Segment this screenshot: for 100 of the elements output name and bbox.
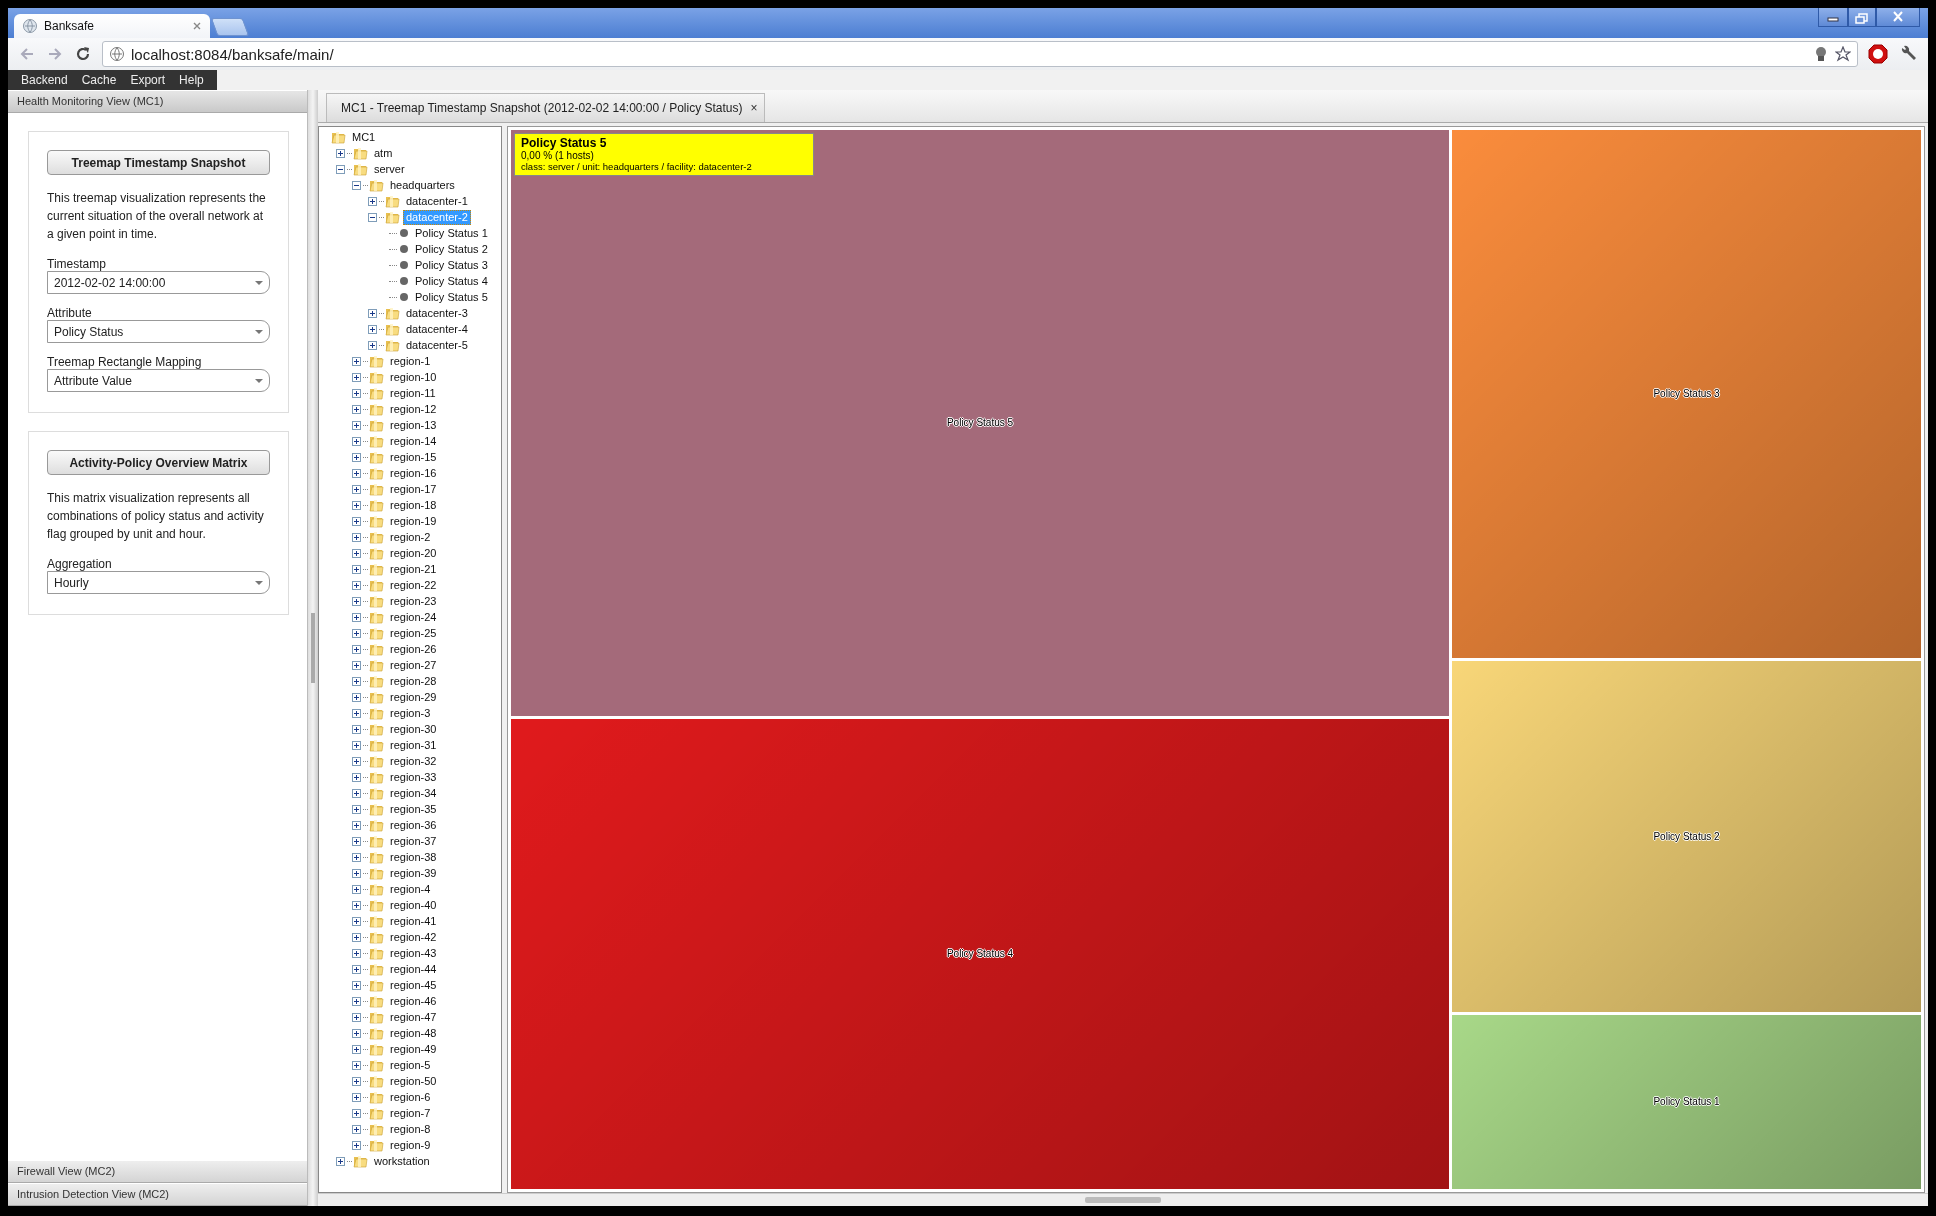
tree-item[interactable]: region-25: [387, 625, 440, 641]
dropdown[interactable]: Attribute Value: [47, 369, 270, 392]
address-bar[interactable]: localhost:8084/banksafe/main/: [102, 41, 1858, 67]
expand-toggle-icon[interactable]: [352, 740, 361, 750]
accordion-header[interactable]: Intrusion Detection View (MC2): [8, 1183, 307, 1206]
collapse-toggle-icon[interactable]: [336, 164, 345, 174]
tree-item[interactable]: headquarters: [387, 177, 458, 193]
tree-item[interactable]: region-19: [387, 513, 440, 529]
tree-item[interactable]: region-48: [387, 1025, 440, 1041]
treemap-rectangle[interactable]: Policy Status 1: [1452, 1015, 1921, 1189]
tree-item[interactable]: region-29: [387, 689, 440, 705]
expand-toggle-icon[interactable]: [352, 788, 361, 798]
tree-item[interactable]: region-22: [387, 577, 440, 593]
tree-item[interactable]: workstation: [371, 1153, 433, 1169]
treemap-rectangle[interactable]: Policy Status 2: [1452, 661, 1921, 1012]
menu-item[interactable]: Backend: [14, 70, 75, 90]
expand-toggle-icon[interactable]: [352, 676, 361, 686]
expand-toggle-icon[interactable]: [352, 468, 361, 478]
close-icon[interactable]: [192, 21, 202, 31]
tree-item[interactable]: region-34: [387, 785, 440, 801]
expand-toggle-icon[interactable]: [352, 1092, 361, 1102]
tree-item[interactable]: region-28: [387, 673, 440, 689]
tree-item[interactable]: region-15: [387, 449, 440, 465]
expand-toggle-icon[interactable]: [352, 884, 361, 894]
tree-item[interactable]: Policy Status 5: [412, 289, 491, 305]
expand-toggle-icon[interactable]: [368, 196, 377, 206]
expand-toggle-icon[interactable]: [352, 612, 361, 622]
tree-item[interactable]: region-37: [387, 833, 440, 849]
expand-toggle-icon[interactable]: [352, 660, 361, 670]
tree-item[interactable]: region-36: [387, 817, 440, 833]
expand-toggle-icon[interactable]: [352, 564, 361, 574]
tree-item[interactable]: Policy Status 2: [412, 241, 491, 257]
new-tab-button[interactable]: [210, 18, 250, 36]
expand-toggle-icon[interactable]: [352, 596, 361, 606]
expand-toggle-icon[interactable]: [352, 1124, 361, 1134]
action-button[interactable]: Treemap Timestamp Snapshot: [47, 150, 270, 175]
tree-item[interactable]: region-24: [387, 609, 440, 625]
accordion-header[interactable]: Firewall View (MC2): [8, 1160, 307, 1183]
tree-item[interactable]: Policy Status 1: [412, 225, 491, 241]
tree-item[interactable]: MC1: [349, 129, 379, 145]
expand-toggle-icon[interactable]: [352, 724, 361, 734]
expand-toggle-icon[interactable]: [368, 324, 377, 334]
expand-toggle-icon[interactable]: [352, 1108, 361, 1118]
tree-item[interactable]: Policy Status 3: [412, 257, 491, 273]
expand-toggle-icon[interactable]: [352, 916, 361, 926]
tree-item[interactable]: region-4: [387, 881, 434, 897]
treemap-rectangle[interactable]: Policy Status 3: [1452, 130, 1921, 658]
expand-toggle-icon[interactable]: [352, 964, 361, 974]
expand-toggle-icon[interactable]: [352, 516, 361, 526]
tree-item[interactable]: region-18: [387, 497, 440, 513]
tree-item[interactable]: region-44: [387, 961, 440, 977]
expand-toggle-icon[interactable]: [352, 1140, 361, 1150]
expand-toggle-icon[interactable]: [352, 548, 361, 558]
browser-tab[interactable]: Banksafe: [14, 14, 210, 38]
expand-toggle-icon[interactable]: [352, 644, 361, 654]
tree-item[interactable]: region-43: [387, 945, 440, 961]
tree-item[interactable]: region-3: [387, 705, 434, 721]
dropdown[interactable]: Hourly: [47, 571, 270, 594]
expand-toggle-icon[interactable]: [352, 388, 361, 398]
expand-toggle-icon[interactable]: [352, 580, 361, 590]
tree-item[interactable]: region-2: [387, 529, 434, 545]
tree-item[interactable]: atm: [371, 145, 396, 161]
splitter-handle[interactable]: [311, 613, 315, 683]
tree-item[interactable]: region-50: [387, 1073, 440, 1089]
expand-toggle-icon[interactable]: [352, 1044, 361, 1054]
tree-item[interactable]: region-20: [387, 545, 440, 561]
tree-item[interactable]: region-35: [387, 801, 440, 817]
tree-item[interactable]: region-17: [387, 481, 440, 497]
expand-toggle-icon[interactable]: [352, 708, 361, 718]
tree-item[interactable]: region-33: [387, 769, 440, 785]
tree-item[interactable]: region-14: [387, 433, 440, 449]
tree-item[interactable]: region-40: [387, 897, 440, 913]
expand-toggle-icon[interactable]: [352, 500, 361, 510]
tree-item[interactable]: datacenter-1: [403, 193, 471, 209]
tree-item[interactable]: region-42: [387, 929, 440, 945]
expand-toggle-icon[interactable]: [352, 836, 361, 846]
expand-toggle-icon[interactable]: [352, 900, 361, 910]
reload-icon[interactable]: [74, 45, 92, 63]
minimize-icon[interactable]: [1818, 8, 1848, 27]
tree-item[interactable]: region-12: [387, 401, 440, 417]
expand-toggle-icon[interactable]: [352, 356, 361, 366]
expand-toggle-icon[interactable]: [336, 1156, 345, 1166]
tree-item[interactable]: datacenter-5: [403, 337, 471, 353]
menu-item[interactable]: Export: [123, 70, 173, 90]
expand-toggle-icon[interactable]: [352, 420, 361, 430]
action-button[interactable]: Activity-Policy Overview Matrix: [47, 450, 270, 475]
tree-item[interactable]: region-31: [387, 737, 440, 753]
view-tab[interactable]: MC1 - Treemap Timestamp Snapshot (2012-02-02 14:00:00 / Policy Status) ×: [326, 93, 765, 122]
tree-item[interactable]: region-49: [387, 1041, 440, 1057]
tree-item[interactable]: region-45: [387, 977, 440, 993]
tree-item[interactable]: region-5: [387, 1057, 434, 1073]
tree-item[interactable]: Policy Status 4: [412, 273, 491, 289]
close-tab-button[interactable]: ×: [750, 101, 758, 115]
lightbulb-icon[interactable]: [1813, 46, 1829, 62]
tree-item[interactable]: region-23: [387, 593, 440, 609]
tree-item[interactable]: region-41: [387, 913, 440, 929]
tree-item[interactable]: datacenter-3: [403, 305, 471, 321]
tree-item[interactable]: region-11: [387, 385, 439, 401]
expand-toggle-icon[interactable]: [352, 932, 361, 942]
restore-icon[interactable]: [1848, 8, 1876, 27]
